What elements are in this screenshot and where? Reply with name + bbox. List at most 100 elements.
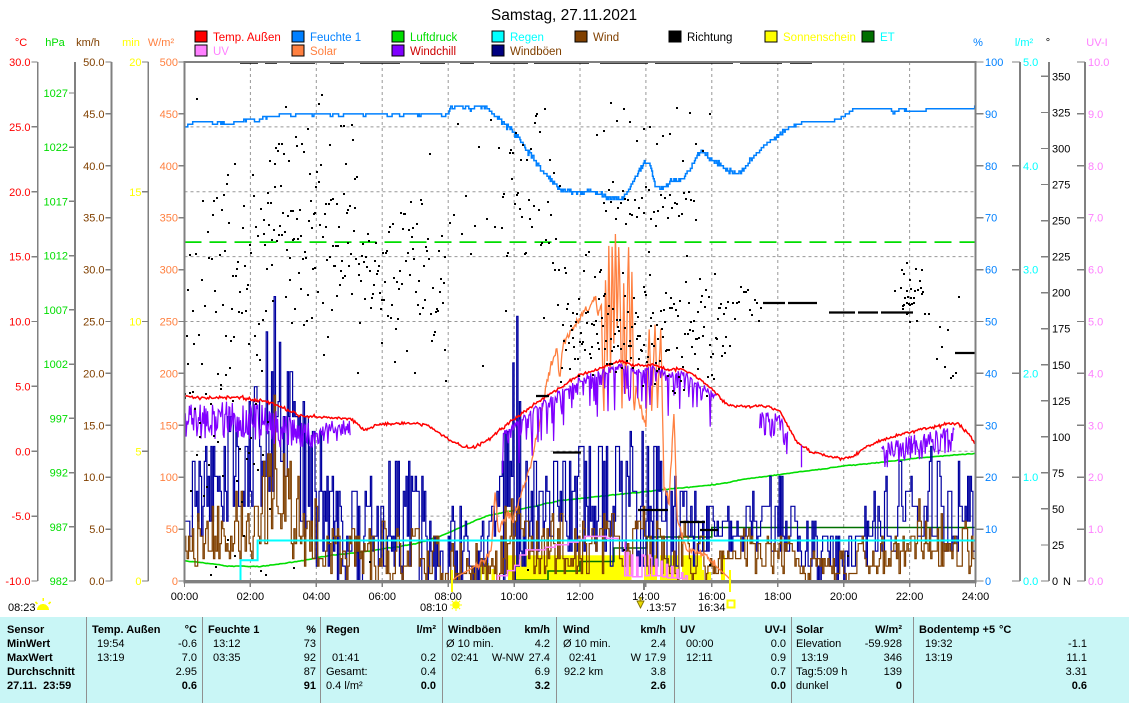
svg-text:3.8: 3.8 [651,666,666,678]
svg-text:982: 982 [50,576,68,588]
svg-text:20.0: 20.0 [83,368,104,380]
svg-text:03:35: 03:35 [213,652,241,664]
svg-text:hPa: hPa [45,37,65,49]
svg-text:50: 50 [1052,504,1064,516]
svg-text:02:41: 02:41 [451,652,479,664]
svg-text:100: 100 [985,57,1003,69]
svg-text:20:00: 20:00 [830,591,858,603]
svg-text:400: 400 [160,161,178,173]
svg-text:Tag:5:09 h: Tag:5:09 h [796,666,847,678]
svg-text:Solar: Solar [796,624,824,636]
svg-text:Sensor: Sensor [7,624,45,636]
svg-text:W/m²: W/m² [148,37,175,49]
svg-text:30.0: 30.0 [83,265,104,277]
svg-text:250: 250 [1052,216,1070,228]
svg-text:30.0: 30.0 [9,57,30,69]
svg-text:15.0: 15.0 [9,252,30,264]
svg-text:75: 75 [1052,468,1064,480]
svg-text:150: 150 [1052,360,1070,372]
svg-text:1.0: 1.0 [1023,472,1038,484]
svg-text:-0.6: -0.6 [178,638,197,650]
svg-text:dunkel: dunkel [796,680,828,692]
svg-text:0.6: 0.6 [1072,680,1087,692]
svg-text:0.0: 0.0 [771,680,786,692]
svg-text:7.0: 7.0 [1088,213,1103,225]
svg-text:5.0: 5.0 [1023,57,1038,69]
svg-text:Windböen: Windböen [448,624,501,636]
svg-text:UV-I: UV-I [765,624,786,636]
svg-text:04:00: 04:00 [303,591,331,603]
svg-text:1.0: 1.0 [1088,524,1103,536]
svg-text:Feuchte 1: Feuchte 1 [208,624,259,636]
svg-text:91: 91 [304,680,316,692]
svg-text:W/m²: W/m² [875,624,902,636]
svg-text:km/h: km/h [76,37,100,49]
svg-text:km/h: km/h [524,624,550,636]
svg-text:Richtung: Richtung [687,32,732,44]
svg-text:-10.0: -10.0 [5,576,30,588]
svg-text:l/m²: l/m² [416,624,436,636]
svg-text:08:10: 08:10 [420,602,448,614]
svg-text:Wind: Wind [593,32,619,44]
svg-text:20: 20 [129,57,141,69]
svg-text:100: 100 [1052,432,1070,444]
svg-text:70: 70 [985,213,997,225]
svg-text:225: 225 [1052,252,1070,264]
svg-text:200: 200 [1052,288,1070,300]
svg-text:Bodentemp +5: Bodentemp +5 [919,624,995,636]
svg-text:3.2: 3.2 [535,680,550,692]
svg-text:92.2 km: 92.2 km [564,666,603,678]
svg-text:25.0: 25.0 [83,317,104,329]
svg-text:Luftdruck: Luftdruck [410,32,458,44]
svg-text:Regen: Regen [326,624,360,636]
svg-text:01:41: 01:41 [332,652,360,664]
svg-text:Solar: Solar [310,46,337,58]
svg-text:325: 325 [1052,107,1070,119]
svg-text:15.0: 15.0 [83,420,104,432]
svg-text:Wind: Wind [563,624,590,636]
svg-text:-1.1: -1.1 [1068,638,1087,650]
svg-text:6.0: 6.0 [1088,265,1103,277]
svg-text:02:00: 02:00 [237,591,265,603]
svg-text:10.0: 10.0 [1088,57,1109,69]
svg-text:987: 987 [50,522,68,534]
svg-text:13:12: 13:12 [213,638,241,650]
svg-text:300: 300 [1052,144,1070,156]
svg-text:0.4: 0.4 [421,666,436,678]
svg-text:1012: 1012 [44,251,68,263]
svg-text:150: 150 [160,420,178,432]
svg-text:1002: 1002 [44,359,68,371]
svg-text:35.0: 35.0 [83,213,104,225]
svg-text:0.6: 0.6 [182,680,197,692]
svg-text:.13:57: .13:57 [646,602,677,614]
svg-text:min: min [122,37,140,49]
svg-text:6.9: 6.9 [535,666,550,678]
svg-text:5.0: 5.0 [1088,317,1103,329]
svg-text:Elevation: Elevation [796,638,841,650]
svg-text:2.0: 2.0 [1023,368,1038,380]
svg-text:40: 40 [985,368,997,380]
svg-text:10: 10 [129,317,141,329]
svg-text:11.1: 11.1 [1066,652,1087,664]
svg-text:12:00: 12:00 [566,591,594,603]
svg-text:350: 350 [160,213,178,225]
svg-text:50: 50 [166,524,178,536]
svg-text:300: 300 [160,265,178,277]
svg-text:Durchschnitt: Durchschnitt [7,666,75,678]
svg-text:2.95: 2.95 [176,666,197,678]
svg-text:90: 90 [985,109,997,121]
svg-text:20.0: 20.0 [9,187,30,199]
svg-text:02:41: 02:41 [569,652,597,664]
svg-text:Sonnenschein: Sonnenschein [783,32,856,44]
svg-text:9.0: 9.0 [1088,109,1103,121]
svg-text:%: % [973,37,983,49]
svg-text:0.7: 0.7 [771,666,786,678]
svg-text:13:19: 13:19 [925,652,953,664]
svg-text:50: 50 [985,317,997,329]
svg-text:°C: °C [15,37,27,49]
svg-text:0: 0 [135,576,141,588]
svg-text:5: 5 [135,446,141,458]
svg-text:60: 60 [985,265,997,277]
svg-text:0.0: 0.0 [771,638,786,650]
svg-text:-59.928: -59.928 [865,638,902,650]
